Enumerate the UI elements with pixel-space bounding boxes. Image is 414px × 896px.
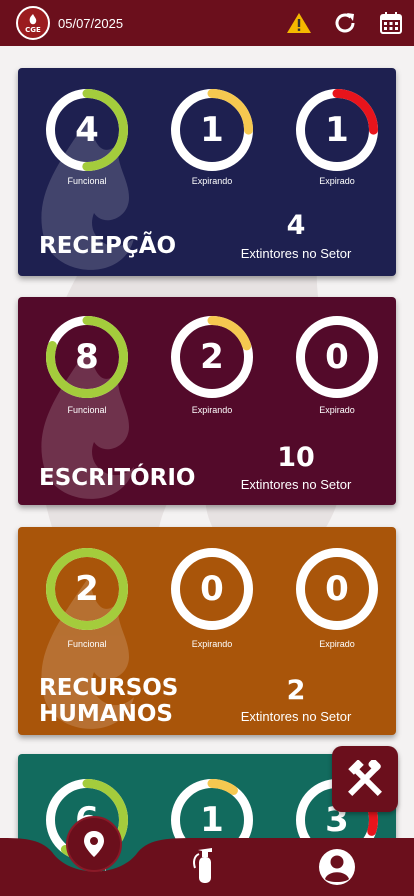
tools-icon [348,760,382,796]
expired-label: Expirado [319,176,355,186]
app-header: CGE 05/07/2025 [0,0,414,46]
tools-button[interactable] [332,746,398,812]
expiring-count: 2 [200,337,224,377]
functional-count: 8 [75,337,99,377]
sector-card-escritorio[interactable]: 8 Funcional 2 Expirando 0 Expirado ESCRI… [18,297,396,505]
functional-label: Funcional [67,176,107,186]
expiring-ring: 2 [170,315,254,399]
functional-count: 2 [75,569,99,609]
sector-name: ESCRITÓRIO [39,465,196,491]
sector-total-count: 4 [286,210,306,241]
functional-ring: 8 [45,315,129,399]
expired-label: Expirado [319,405,355,415]
sector-total-count: 10 [277,442,315,473]
sector-name: RECURSOS HUMANOS [39,675,179,727]
sector-card-recepcao[interactable]: 4 Funcional 1 Expirando 1 Expirado RECEP… [18,68,396,276]
calendar-icon[interactable] [378,10,404,36]
expiring-label: Expirando [191,639,233,649]
sector-card-recursos-humanos[interactable]: 2 Funcional 0 Expirando 0 Expirado RECUR… [18,527,396,735]
expiring-label: Expirando [191,405,233,415]
current-date: 05/07/2025 [58,15,124,31]
app-logo: CGE [16,6,50,40]
expired-count: 1 [325,110,349,150]
sector-total-label: Extintores no Setor [240,709,352,724]
expiring-label: Expirando [191,176,233,186]
expired-count: 0 [325,569,349,609]
location-icon [84,831,104,857]
sector-total-label: Extintores no Setor [240,246,352,261]
expired-ring: 0 [295,547,379,631]
nav-location-button[interactable] [66,816,122,872]
sector-name: RECEPÇÃO [39,233,177,259]
functional-ring: 4 [45,88,129,172]
expiring-ring: 1 [170,88,254,172]
warning-icon[interactable] [286,10,312,36]
refresh-icon[interactable] [332,10,358,36]
expiring-count: 1 [200,110,224,150]
functional-count: 4 [75,110,99,150]
user-icon [319,849,355,885]
fire-extinguisher-icon [193,848,212,883]
functional-ring: 2 [45,547,129,631]
sector-total-label: Extintores no Setor [240,477,352,492]
expired-label: Expirado [319,639,355,649]
functional-label: Funcional [67,405,107,415]
expired-ring: 1 [295,88,379,172]
expiring-count: 0 [200,569,224,609]
nav-profile-button[interactable] [318,848,356,886]
sector-total-count: 2 [286,675,306,706]
functional-label: Funcional [67,639,107,649]
nav-extinguisher-button[interactable] [190,846,220,884]
expiring-ring: 0 [170,547,254,631]
expired-ring: 0 [295,315,379,399]
expired-count: 0 [325,337,349,377]
